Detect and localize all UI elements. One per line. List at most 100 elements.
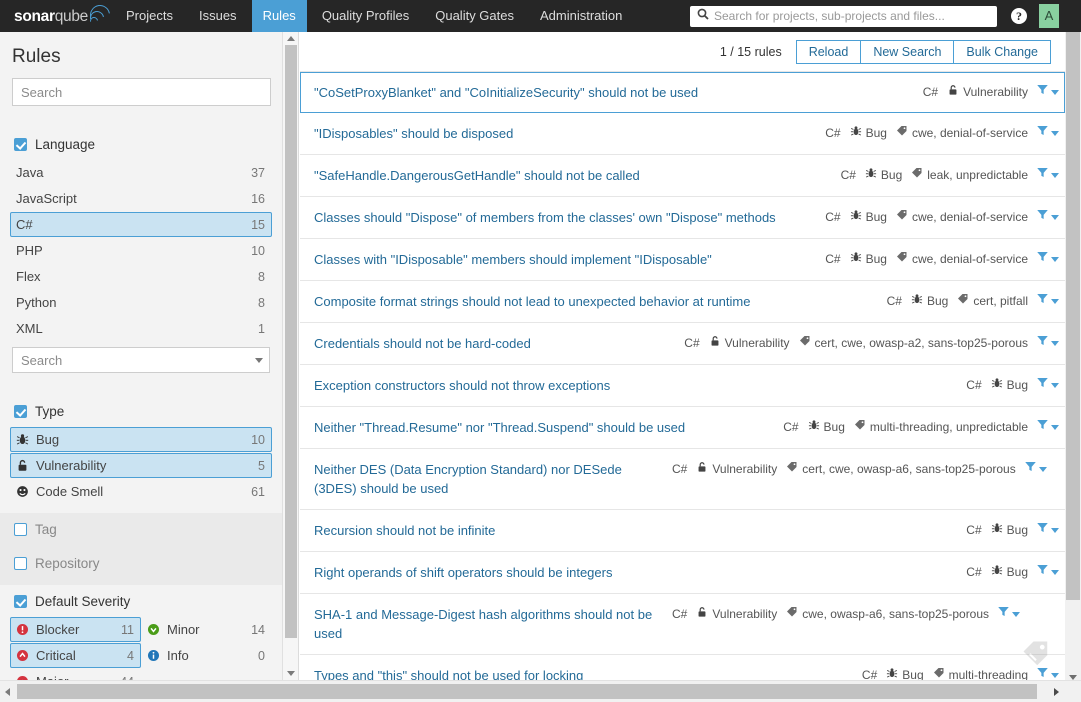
main-scrollbar[interactable] (1065, 32, 1081, 702)
rule-activation-filter[interactable] (1036, 208, 1059, 226)
rule-row[interactable]: "SafeHandle.DangerousGetHandle" should n… (300, 155, 1065, 197)
funnel-icon[interactable] (1036, 666, 1049, 680)
rule-activation-filter[interactable] (1036, 124, 1059, 142)
rule-title-link[interactable]: "IDisposables" should be disposed (314, 124, 817, 143)
funnel-icon[interactable] (1036, 418, 1049, 436)
new-search-button[interactable]: New Search (860, 39, 954, 64)
funnel-icon[interactable] (997, 605, 1010, 623)
chevron-down-icon[interactable] (1051, 256, 1059, 262)
rule-activation-filter[interactable] (997, 605, 1021, 623)
facet-item-minor[interactable]: Minor 14 (141, 617, 272, 642)
rule-row[interactable]: Exception constructors should not throw … (300, 365, 1065, 407)
rule-title-link[interactable]: Classes should "Dispose" of members from… (314, 208, 817, 227)
nav-item-rules[interactable]: Rules (251, 0, 307, 32)
rule-row[interactable]: Types and "this" should not be used for … (300, 655, 1065, 680)
rule-row[interactable]: Neither DES (Data Encryption Standard) n… (300, 449, 1065, 510)
rule-row[interactable]: Right operands of shift operators should… (300, 552, 1065, 594)
chevron-down-icon[interactable] (1051, 172, 1059, 178)
rule-title-link[interactable]: Neither DES (Data Encryption Standard) n… (314, 460, 664, 498)
facet-language-checkbox[interactable] (14, 138, 27, 151)
funnel-icon[interactable] (1036, 124, 1049, 142)
rule-row[interactable]: "IDisposables" should be disposed C# Bug cw… (300, 113, 1065, 155)
facet-item-bug[interactable]: Bug 10 (10, 427, 272, 452)
sonarqube-logo[interactable]: sonar qube (14, 0, 114, 32)
sidebar-scrollbar[interactable] (283, 32, 299, 680)
rule-title-link[interactable]: Exception constructors should not throw … (314, 376, 958, 395)
facet-item-major[interactable]: Major 44 (10, 669, 141, 680)
rule-title-link[interactable]: Recursion should not be infinite (314, 521, 958, 540)
funnel-icon[interactable] (1036, 563, 1049, 581)
rule-title-link[interactable]: Types and "this" should not be used for … (314, 666, 854, 680)
chevron-down-icon[interactable] (1051, 527, 1059, 533)
nav-item-quality-gates[interactable]: Quality Gates (424, 0, 525, 32)
rule-title-link[interactable]: SHA-1 and Message-Digest hash algorithms… (314, 605, 664, 643)
rule-activation-filter[interactable] (1036, 376, 1059, 394)
sidebar-scrollbar-thumb[interactable] (285, 45, 297, 638)
facet-item-javascript[interactable]: JavaScript 16 (10, 186, 272, 211)
funnel-icon[interactable] (1036, 250, 1049, 268)
rule-activation-filter[interactable] (1036, 250, 1059, 268)
facet-item-java[interactable]: Java 37 (10, 160, 272, 185)
facet-type-header[interactable]: Type (0, 395, 282, 427)
chevron-down-icon[interactable] (1012, 611, 1021, 617)
rule-activation-filter[interactable] (1036, 521, 1059, 539)
chevron-down-icon[interactable] (1051, 672, 1059, 678)
facet-repository-checkbox[interactable] (14, 557, 27, 570)
horizontal-scrollbar[interactable] (0, 680, 1081, 702)
rule-activation-filter[interactable] (1036, 166, 1059, 184)
nav-item-administration[interactable]: Administration (529, 0, 633, 32)
rule-title-link[interactable]: "SafeHandle.DangerousGetHandle" should n… (314, 166, 833, 185)
rule-activation-filter[interactable] (1036, 563, 1059, 581)
rule-activation-filter[interactable] (1036, 418, 1059, 436)
facet-tag-checkbox[interactable] (14, 523, 27, 536)
funnel-icon[interactable] (1036, 208, 1049, 226)
facet-item-csharp[interactable]: C# 15 (10, 212, 272, 237)
facet-item-flex[interactable]: Flex 8 (10, 264, 272, 289)
facet-repository-header[interactable]: Repository (0, 547, 282, 579)
scroll-left-arrow-icon[interactable] (5, 688, 10, 696)
facet-item-php[interactable]: PHP 10 (10, 238, 272, 263)
rule-activation-filter[interactable] (1024, 460, 1047, 478)
rule-row[interactable]: Classes should "Dispose" of members from… (300, 197, 1065, 239)
facet-item-python[interactable]: Python 8 (10, 290, 272, 315)
facet-default-severity-checkbox[interactable] (14, 595, 27, 608)
chevron-down-icon[interactable] (1038, 466, 1047, 472)
scroll-up-arrow-icon[interactable] (287, 36, 295, 41)
chevron-down-icon[interactable] (1051, 382, 1059, 388)
rule-activation-filter[interactable] (1036, 83, 1059, 101)
funnel-icon[interactable] (1024, 460, 1037, 478)
rule-row[interactable]: Recursion should not be infinite C# Bug (300, 510, 1065, 552)
rule-title-link[interactable]: Neither "Thread.Resume" nor "Thread.Susp… (314, 418, 775, 437)
rule-title-link[interactable]: "CoSetProxyBlanket" and "CoInitializeSec… (314, 83, 915, 102)
chevron-down-icon[interactable] (1051, 569, 1059, 575)
rule-row[interactable]: Neither "Thread.Resume" nor "Thread.Susp… (300, 407, 1065, 449)
rule-title-link[interactable]: Credentials should not be hard-coded (314, 334, 676, 353)
facet-item-blocker[interactable]: Blocker 11 (10, 617, 141, 642)
help-icon[interactable]: ? (1011, 8, 1027, 24)
rule-row[interactable]: Composite format strings should not lead… (300, 281, 1065, 323)
rule-row[interactable]: SHA-1 and Message-Digest hash algorithms… (300, 594, 1065, 655)
facet-default-severity-header[interactable]: Default Severity (0, 585, 282, 617)
facet-item-xml[interactable]: XML 1 (10, 316, 272, 341)
rule-title-link[interactable]: Classes with "IDisposable" members shoul… (314, 250, 817, 269)
funnel-icon[interactable] (1036, 166, 1049, 184)
global-search-input[interactable] (714, 9, 997, 23)
chevron-down-icon[interactable] (1051, 89, 1059, 95)
funnel-icon[interactable] (1036, 334, 1049, 352)
reload-button[interactable]: Reload (795, 39, 861, 64)
rule-title-link[interactable]: Right operands of shift operators should… (314, 563, 958, 582)
rule-row[interactable]: Credentials should not be hard-coded C# Vu… (300, 323, 1065, 365)
funnel-icon[interactable] (1036, 83, 1049, 101)
global-search-box[interactable] (690, 5, 997, 27)
scroll-right-arrow-icon[interactable] (1054, 688, 1059, 696)
rule-row[interactable]: "CoSetProxyBlanket" and "CoInitializeSec… (300, 72, 1065, 113)
language-select-dropdown[interactable]: Search (12, 347, 270, 373)
main-scrollbar-thumb[interactable] (1066, 32, 1080, 600)
rules-search-input[interactable] (12, 78, 271, 106)
rule-activation-filter[interactable] (1036, 334, 1059, 352)
facet-item-code-smell[interactable]: Code Smell 61 (10, 479, 272, 504)
chevron-down-icon[interactable] (1051, 130, 1059, 136)
funnel-icon[interactable] (1036, 376, 1049, 394)
rule-activation-filter[interactable] (1036, 666, 1059, 680)
bulk-change-button[interactable]: Bulk Change (953, 39, 1051, 64)
